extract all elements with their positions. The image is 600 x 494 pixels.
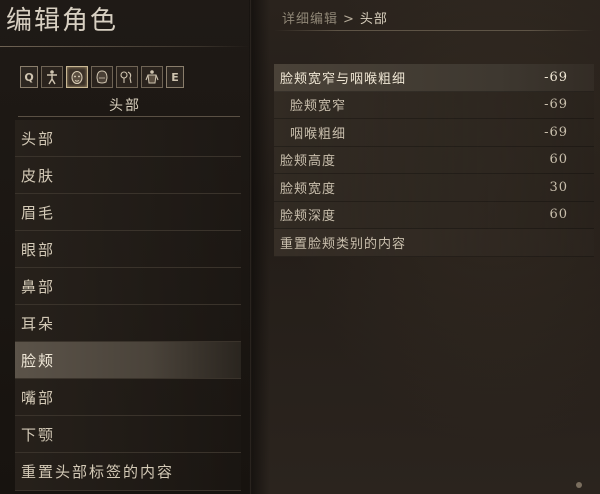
menu-item-mouth[interactable]: 嘴部 xyxy=(15,379,241,416)
torso-icon xyxy=(145,70,159,84)
setting-label: 脸颊宽窄与咽喉粗细 xyxy=(280,71,407,87)
setting-row-cheek-width-throat[interactable]: 脸颊宽窄与咽喉粗细 -69 xyxy=(274,64,594,92)
setting-label: 脸颊深度 xyxy=(280,209,337,225)
menu-item-nose[interactable]: 鼻部 xyxy=(15,268,241,305)
category-divider xyxy=(18,116,240,117)
tab-body[interactable] xyxy=(41,66,63,88)
features-icon xyxy=(120,71,132,84)
face-icon xyxy=(71,71,83,84)
tab-key-e-label: E xyxy=(171,70,179,84)
title-divider xyxy=(0,46,250,47)
menu-item-eyebrows[interactable]: 眉毛 xyxy=(15,194,241,231)
reset-head-button[interactable]: 重置头部标签的内容 xyxy=(15,453,241,491)
cursor-dot xyxy=(576,482,582,488)
breadcrumb: 详细编辑 > 头部 xyxy=(282,8,388,27)
setting-value: 60 xyxy=(549,152,568,168)
breadcrumb-separator: > xyxy=(343,12,355,27)
tab-key-q[interactable]: Q xyxy=(20,66,38,88)
menu-item-head[interactable]: 头部 xyxy=(15,120,241,157)
setting-value: -69 xyxy=(544,69,568,85)
category-tabs: Q E xyxy=(20,66,184,88)
breadcrumb-divider xyxy=(274,30,594,31)
menu-item-cheeks[interactable]: 脸颊 xyxy=(15,342,241,379)
settings-list: 脸颊宽窄与咽喉粗细 -69 脸颊宽窄 -69 咽喉粗细 -69 脸颊高度 60 … xyxy=(274,64,594,257)
setting-row-throat-thickness[interactable]: 咽喉粗细 -69 xyxy=(274,119,594,147)
breadcrumb-current: 头部 xyxy=(359,12,388,27)
setting-label: 脸颊宽窄 xyxy=(290,99,347,115)
tab-head-hair[interactable] xyxy=(91,66,113,88)
menu-item-jaw[interactable]: 下颚 xyxy=(15,416,241,453)
setting-label: 咽喉粗细 xyxy=(290,126,347,142)
setting-row-cheek-width[interactable]: 脸颊宽窄 -69 xyxy=(274,91,594,119)
category-menu: 头部 皮肤 眉毛 眼部 鼻部 耳朵 脸颊 嘴部 下颚 重置头部标签的内容 xyxy=(15,120,241,491)
tab-features[interactable] xyxy=(116,66,138,88)
setting-row-cheek-depth[interactable]: 脸颊深度 60 xyxy=(274,201,594,229)
setting-value: -69 xyxy=(544,97,568,113)
reset-cheeks-button[interactable]: 重置脸颊类别的内容 xyxy=(274,229,594,257)
tab-key-e[interactable]: E xyxy=(166,66,184,88)
tab-key-q-label: Q xyxy=(24,70,34,84)
body-icon xyxy=(47,70,57,85)
setting-row-cheek-breadth[interactable]: 脸颊宽度 30 xyxy=(274,174,594,202)
setting-label: 脸颊宽度 xyxy=(280,181,337,197)
category-label: 头部 xyxy=(109,98,141,114)
category-panel: 编辑角色 Q E 头部 头部 皮肤 眉毛 眼部 鼻部 耳朵 脸颊 嘴部 下颚 重… xyxy=(0,0,250,494)
page-title: 编辑角色 xyxy=(6,6,119,36)
setting-label: 脸颊高度 xyxy=(280,154,337,170)
tab-torso[interactable] xyxy=(141,66,163,88)
breadcrumb-parent: 详细编辑 xyxy=(282,12,339,27)
menu-item-eyes[interactable]: 眼部 xyxy=(15,231,241,268)
detail-panel: 详细编辑 > 头部 脸颊宽窄与咽喉粗细 -69 脸颊宽窄 -69 咽喉粗细 -69 … xyxy=(252,0,600,494)
tab-face[interactable] xyxy=(66,66,88,88)
setting-row-cheek-height[interactable]: 脸颊高度 60 xyxy=(274,146,594,174)
setting-label: 重置脸颊类别的内容 xyxy=(280,236,407,252)
setting-value: -69 xyxy=(544,124,568,140)
menu-item-ears[interactable]: 耳朵 xyxy=(15,305,241,342)
edge-shadow xyxy=(252,0,270,494)
setting-value: 30 xyxy=(549,179,568,195)
menu-item-skin[interactable]: 皮肤 xyxy=(15,157,241,194)
head-hair-icon xyxy=(96,70,108,84)
setting-value: 60 xyxy=(549,207,568,223)
